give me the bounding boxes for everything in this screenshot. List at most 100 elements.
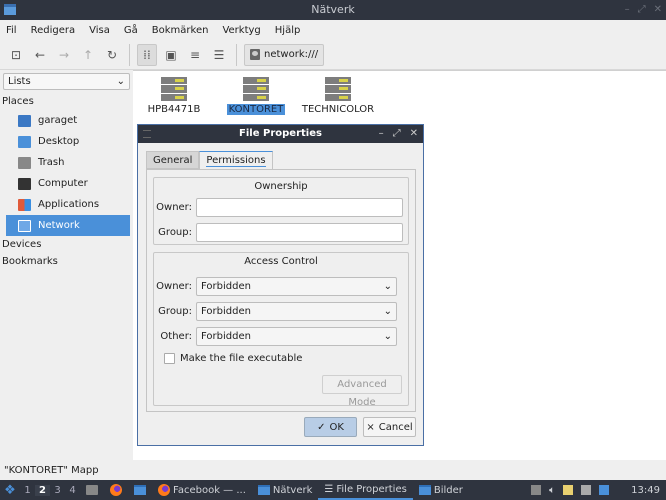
workspace-3[interactable]: 3 [50, 485, 65, 496]
volume-icon[interactable]: 🔈︎ [549, 485, 555, 496]
select-value: Forbidden [201, 306, 251, 317]
tab-label: General [153, 155, 193, 166]
desktop-icon [18, 135, 31, 148]
menu-ga[interactable]: Gå [124, 25, 138, 36]
host-item[interactable]: TECHNICOLOR [302, 77, 374, 115]
cancel-button[interactable]: × Cancel [363, 417, 416, 437]
side-pane-selector[interactable]: Lists ⌄ [3, 73, 130, 90]
forward-button[interactable]: → [54, 44, 74, 66]
menu-verktyg[interactable]: Verktyg [222, 25, 260, 36]
menu-hjalp[interactable]: Hjälp [275, 25, 301, 36]
menu-redigera[interactable]: Redigera [31, 25, 76, 36]
host-label: HPB4471B [147, 104, 201, 115]
new-tab-button[interactable]: ⊡ [6, 44, 26, 66]
tab-label: Permissions [206, 155, 266, 167]
task-facebook[interactable]: Facebook — ... [152, 480, 252, 500]
tab-general[interactable]: General [146, 151, 200, 169]
dialog-close-button[interactable]: ✕ [410, 125, 418, 143]
dialog-titlebar: File Properties – ⤢ ✕ [138, 125, 423, 143]
home-folder-icon [18, 114, 31, 127]
detailed-view-button[interactable]: ☰ [209, 44, 229, 66]
selector-value: Lists [8, 76, 31, 87]
server-icon [325, 77, 351, 101]
sidebar-item-network[interactable]: Network [6, 215, 130, 236]
notification-icon[interactable] [599, 485, 610, 495]
executable-checkbox[interactable]: Make the file executable [164, 353, 302, 364]
maximize-button[interactable]: ⤢ [638, 0, 646, 20]
workspace-2[interactable]: 2 [35, 484, 50, 496]
group-label: Group: [158, 227, 192, 238]
sidebar-item-label: Desktop [38, 136, 80, 147]
path-button[interactable]: network:/// [244, 43, 325, 66]
devices-heading[interactable]: Devices [0, 236, 133, 253]
select-value: Forbidden [201, 281, 251, 292]
sidebar-item-trash[interactable]: Trash [6, 152, 130, 173]
menu-bokmarken[interactable]: Bokmärken [152, 25, 209, 36]
back-button[interactable]: ← [30, 44, 50, 66]
menubar: Fil Redigera Visa Gå Bokmärken Verktyg H… [0, 20, 666, 40]
start-menu-icon[interactable]: ❖ [0, 483, 20, 498]
menu-fil[interactable]: Fil [6, 25, 17, 36]
file-properties-dialog: File Properties – ⤢ ✕ General Permissions … [137, 124, 424, 446]
host-item[interactable]: HPB4471B [139, 77, 209, 115]
task-label: Bilder [433, 484, 463, 496]
ok-button[interactable]: ✓ OK [304, 417, 357, 437]
desktop-icon [134, 485, 146, 495]
group-input[interactable] [196, 223, 403, 242]
file-manager-launcher[interactable] [80, 480, 104, 500]
places-heading[interactable]: Places [0, 93, 133, 110]
clock[interactable]: 13:49 [631, 485, 660, 496]
task-label: Nätverk [272, 484, 313, 496]
task-natverk[interactable]: Nätverk [252, 480, 319, 500]
trash-icon [18, 156, 31, 169]
sidebar-item-label: Applications [38, 199, 100, 210]
clipboard-icon[interactable] [563, 485, 574, 495]
chevron-down-icon: ⌄ [116, 76, 125, 87]
x-icon: × [366, 421, 375, 433]
host-item-selected[interactable]: KONTORET [221, 77, 291, 115]
reload-button[interactable]: ↻ [102, 44, 122, 66]
sidebar-item-garaget[interactable]: garaget [6, 110, 130, 131]
separator [236, 43, 237, 66]
desktop-launcher[interactable] [128, 480, 152, 500]
network-status-icon[interactable] [581, 485, 592, 495]
task-file-properties[interactable]: ☰ File Properties [318, 480, 413, 500]
menu-icon[interactable] [143, 130, 151, 138]
owner-input[interactable] [196, 198, 403, 217]
thumbnail-view-button[interactable]: ▣ [161, 44, 181, 66]
computer-icon [18, 177, 31, 190]
firefox-launcher[interactable] [104, 480, 128, 500]
checkbox-box[interactable] [164, 353, 175, 364]
group-title: Ownership [254, 181, 308, 192]
task-label: Facebook — ... [173, 484, 246, 496]
folder-icon [4, 4, 16, 15]
sidebar-item-computer[interactable]: Computer [6, 173, 130, 194]
menu-visa[interactable]: Visa [89, 25, 110, 36]
workspace-4[interactable]: 4 [65, 485, 80, 496]
checkbox-label: Make the file executable [180, 353, 303, 364]
other-access-select[interactable]: Forbidden ⌄ [196, 327, 397, 346]
dialog-maximize-button[interactable]: ⤢ [393, 125, 401, 143]
eject-icon[interactable] [531, 485, 542, 495]
group-access-select[interactable]: Forbidden ⌄ [196, 302, 397, 321]
sidebar-item-desktop[interactable]: Desktop [6, 131, 130, 152]
bookmarks-heading[interactable]: Bookmarks [0, 253, 133, 270]
owner-access-select[interactable]: Forbidden ⌄ [196, 277, 397, 296]
compact-view-button[interactable]: ≡ [185, 44, 205, 66]
tab-permissions[interactable]: Permissions [199, 151, 273, 169]
dialog-minimize-button[interactable]: – [379, 125, 384, 143]
minimize-button[interactable]: – [625, 0, 630, 20]
system-tray: 🔈︎ 13:49 [531, 485, 660, 496]
advanced-mode-button[interactable]: Advanced Mode [322, 375, 402, 408]
sidebar-item-applications[interactable]: Applications [6, 194, 130, 215]
close-button[interactable]: ✕ [654, 0, 662, 20]
up-button[interactable]: ↑ [78, 44, 98, 66]
file-manager-icon [86, 485, 98, 495]
chevron-down-icon: ⌄ [383, 331, 392, 342]
workspace-1[interactable]: 1 [20, 485, 35, 496]
task-bilder[interactable]: Bilder [413, 480, 469, 500]
toolbar: ⊡ ← → ↑ ↻ ⁞⁞ ▣ ≡ ☰ network:/// [0, 40, 666, 70]
server-icon [161, 77, 187, 101]
icon-view-button[interactable]: ⁞⁞ [137, 43, 157, 66]
ok-label: OK [329, 421, 344, 433]
